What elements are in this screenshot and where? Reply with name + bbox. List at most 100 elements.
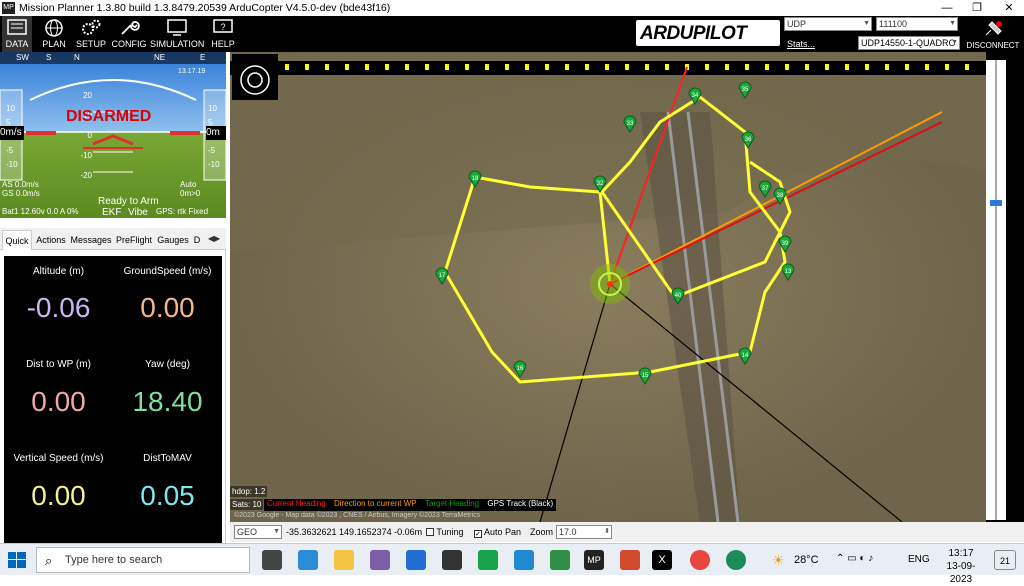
minimize-button[interactable]: — <box>932 0 962 16</box>
mode-info: Auto 0m>0 <box>180 180 201 198</box>
map-view[interactable]: 34 35 33 36 32 18 37 38 17 39 13 40 14 16 15 hdop: 1.2… <box>230 52 986 522</box>
quick-value[interactable]: -0.06 <box>4 292 113 324</box>
taskbar-search[interactable]: ⌕ Type here to search <box>36 547 250 573</box>
legend-direction-to-wp: Direction to current WP <box>333 499 417 508</box>
quick-panel: Altitude (m) -0.06 GroundSpeed (m/s) 0.0… <box>4 256 222 543</box>
quick-label: Altitude (m) <box>32 266 85 277</box>
edge-icon[interactable] <box>298 550 318 570</box>
pycharm-icon[interactable] <box>478 550 498 570</box>
clock[interactable]: 13:17 13-09-2023 <box>936 547 986 586</box>
mail-icon[interactable] <box>406 550 426 570</box>
tab-actions[interactable]: Actions <box>34 230 68 250</box>
menu-plan[interactable]: PLAN <box>38 16 70 52</box>
quick-label: Dist to WP (m) <box>26 359 91 370</box>
timeline-markers <box>285 64 969 70</box>
data-icon <box>7 19 27 35</box>
tab-quick[interactable]: Quick <box>2 230 32 250</box>
terminal-icon[interactable] <box>442 550 462 570</box>
app-icon-green[interactable] <box>726 550 746 570</box>
disconnect-label: DISCONNECT <box>966 41 1020 50</box>
weather-icon[interactable]: ☀ <box>772 552 785 569</box>
close-button[interactable]: ✕ <box>994 0 1024 16</box>
quick-value[interactable]: 0.05 <box>113 480 222 512</box>
hud-heading-text: 13.17.19 <box>178 68 206 75</box>
maximize-button[interactable]: ❐ <box>962 0 992 16</box>
tab-more[interactable]: D <box>192 230 202 250</box>
mission-planner-icon[interactable]: MP <box>584 550 604 570</box>
autopan-checkbox[interactable]: ✓ Auto Pan <box>474 527 521 538</box>
menu-data-label: DATA <box>5 39 29 49</box>
quick-value[interactable]: 0.00 <box>4 386 113 418</box>
alt-readout: 0m <box>206 126 226 140</box>
menu-simulation[interactable]: SIMULATION <box>150 16 204 52</box>
menu-plan-label: PLAN <box>42 39 66 49</box>
bottom-bar: GEO ▼ -35.3632621 149.1652374 -0.06m Tuni… <box>230 522 1024 542</box>
menu-config[interactable]: CONFIG <box>110 16 148 52</box>
zoom-stepper[interactable]: 17.0 ⬍ <box>556 525 612 539</box>
store-icon[interactable] <box>370 550 390 570</box>
taskbar: ⌕ Type here to search MP X ☀ 28°C ⌃ ▭ ◐ … <box>0 543 1024 585</box>
notification-badge[interactable]: 21 <box>994 550 1016 570</box>
monitor-icon <box>167 19 187 36</box>
globe-icon <box>45 19 63 37</box>
arming-status: DISARMED <box>66 108 152 125</box>
waypoint-label: 38 <box>777 193 784 199</box>
protocol-select[interactable]: UDP ▼ <box>784 17 872 31</box>
vibe-status[interactable]: Vibe <box>128 207 148 218</box>
quick-label: GroundSpeed (m/s) <box>123 266 212 277</box>
waypoint-label: 39 <box>782 241 789 247</box>
stats-link[interactable]: Stats... <box>787 39 815 49</box>
quick-value[interactable]: 0.00 <box>4 480 113 512</box>
menu-help-label: HELP <box>211 39 235 49</box>
language-indicator[interactable]: ENG <box>908 554 930 565</box>
tab-preflight[interactable]: PreFlight <box>114 230 154 250</box>
map-copyright: ©2023 Google - Map data ©2023 , CNES / A… <box>234 512 481 519</box>
hdop-readout: hdop: 1.2 <box>230 486 268 497</box>
file-explorer-icon[interactable] <box>334 550 354 570</box>
menu-setup[interactable]: SETUP <box>74 16 108 52</box>
vscode-icon[interactable] <box>514 550 534 570</box>
window-title: Mission Planner 1.3.80 build 1.3.8479.20… <box>19 2 391 14</box>
pitch-ladder: 20 10 0 -10 -20 <box>80 91 92 180</box>
waypoint-label: 36 <box>745 137 752 143</box>
tab-bar: Quick Actions Messages PreFlight Gauges … <box>0 228 226 250</box>
legend-current-heading: Current Heading <box>267 499 326 508</box>
title-bar: MP Mission Planner 1.3.80 build 1.3.8479… <box>0 0 1024 16</box>
ardupilot-logo: ARDUPILOT <box>636 20 780 46</box>
tab-scroll-arrows[interactable]: ◀▶ <box>204 232 224 246</box>
menu-help[interactable]: ? HELP <box>206 16 240 52</box>
windows-start-icon[interactable] <box>8 552 26 568</box>
waypoint-label: 32 <box>597 181 604 187</box>
chrome-icon[interactable] <box>690 550 710 570</box>
pdf-icon[interactable] <box>620 550 640 570</box>
waypoint-label: 18 <box>472 176 479 182</box>
hud-footer: Bat1 12.60v 0.0 A 0% EKF Vibe GPS: rtk F… <box>2 207 226 218</box>
baud-select[interactable]: 111100 ▼ <box>876 17 958 31</box>
wrench-icon <box>121 21 140 35</box>
link-select[interactable]: UDP14550-1-QUADRO ▼ <box>858 36 960 50</box>
menu-data[interactable]: DATA <box>2 16 32 52</box>
quick-label: Yaw (deg) <box>145 359 190 370</box>
map-canvas[interactable]: 34 35 33 36 32 18 37 38 17 39 13 40 14 16 15 <box>230 52 986 522</box>
coord-mode-select[interactable]: GEO ▼ <box>234 525 282 539</box>
slider-thumb[interactable] <box>990 200 1002 206</box>
quick-value[interactable]: 18.40 <box>113 386 222 418</box>
svg-text:?: ? <box>220 22 225 32</box>
task-view-icon[interactable] <box>262 550 282 570</box>
tab-messages[interactable]: Messages <box>70 230 112 250</box>
disconnect-button[interactable]: DISCONNECT <box>964 16 1022 52</box>
gps-status: GPS: rtk Fixed <box>156 207 209 216</box>
tuning-checkbox[interactable]: Tuning <box>426 527 464 537</box>
altitude-slider[interactable] <box>986 60 1006 520</box>
temperature[interactable]: 28°C <box>794 554 819 566</box>
tab-gauges[interactable]: Gauges <box>156 230 190 250</box>
notepad-icon[interactable] <box>550 550 570 570</box>
x-app-icon[interactable]: X <box>652 550 672 570</box>
home-marker <box>590 264 630 304</box>
waypoint-label: 14 <box>742 353 749 359</box>
splitter[interactable] <box>0 218 226 228</box>
ekf-status[interactable]: EKF <box>102 207 121 218</box>
tray-icons[interactable]: ⌃ ▭ ◐ ♪ <box>836 553 873 564</box>
waypoint-label: 34 <box>692 93 699 99</box>
quick-value[interactable]: 0.00 <box>113 292 222 324</box>
